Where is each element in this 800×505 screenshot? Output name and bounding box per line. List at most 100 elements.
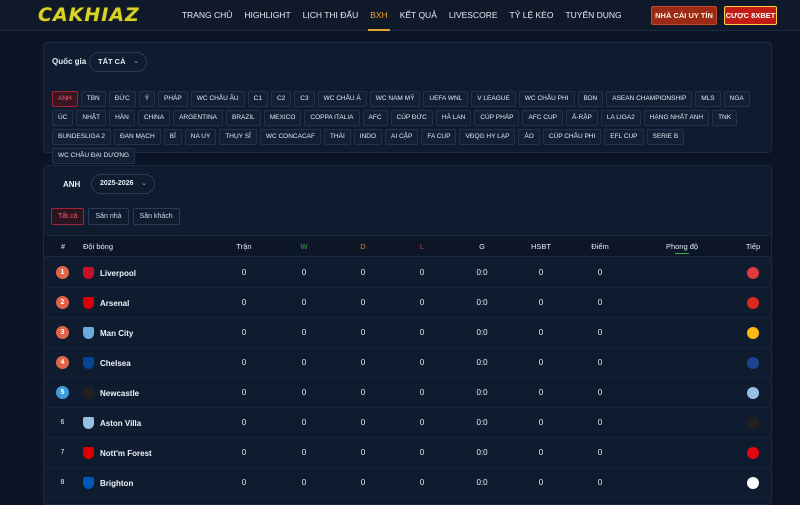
next-opponent-crest-icon[interactable] <box>747 387 759 399</box>
team-cell[interactable]: Liverpool <box>83 258 136 288</box>
site-logo[interactable]: CAKHIAZ <box>38 4 140 26</box>
league-chip[interactable]: FA CUP <box>421 129 457 145</box>
league-chip[interactable]: ÁO <box>518 129 540 145</box>
league-chip[interactable]: BUNDESLIGA 2 <box>52 129 111 145</box>
nav-item[interactable]: LIVESCORE <box>443 0 504 31</box>
league-chip[interactable]: THỤY SĨ <box>219 129 257 145</box>
league-chip[interactable]: HÀN <box>109 110 135 126</box>
league-chip[interactable]: C2 <box>270 91 292 107</box>
league-chip[interactable]: C3 <box>294 91 315 107</box>
country-select[interactable]: TẤT CẢ ⌄ <box>89 52 147 72</box>
cell-played: 0 <box>241 358 247 367</box>
next-opponent-crest-icon[interactable] <box>747 327 759 339</box>
team-cell[interactable]: Newcastle <box>83 378 139 408</box>
bet-8xbet-button[interactable]: CƯỢC 8XBET <box>724 6 777 25</box>
league-chip[interactable]: ĐAN MẠCH <box>113 129 161 145</box>
league-chip[interactable]: AFC <box>362 110 388 126</box>
league-chip[interactable]: VĐQG HY LẠP <box>459 129 516 145</box>
league-chip[interactable]: NGA <box>723 91 750 107</box>
league-chip[interactable]: AFC CUP <box>522 110 564 126</box>
table-row[interactable]: 7 Nott'm Forest 0 0 0 0 0:0 0 0 <box>44 438 771 468</box>
team-name: Liverpool <box>100 268 137 278</box>
team-cell[interactable]: Man City <box>83 318 133 348</box>
cell-l: 0 <box>419 388 425 397</box>
league-chip[interactable]: BRAZIL <box>225 110 261 126</box>
nav-item[interactable]: TRANG CHỦ <box>176 0 239 31</box>
standings-tab[interactable]: Sân khách <box>132 208 180 225</box>
table-row[interactable]: 4 Chelsea 0 0 0 0 0:0 0 0 <box>44 348 771 378</box>
table-row[interactable]: 8 Brighton 0 0 0 0 0:0 0 0 <box>44 468 771 498</box>
league-chip[interactable]: INDO <box>353 129 383 145</box>
league-chip[interactable]: ĐỨC <box>108 91 136 107</box>
trusted-bookmaker-button[interactable]: NHÀ CÁI UY TÍN <box>651 6 717 25</box>
table-row[interactable]: 1 Liverpool 0 0 0 0 0:0 0 0 <box>44 258 771 288</box>
nav-item[interactable]: TỶ LỆ KÈO <box>504 0 560 31</box>
league-chip[interactable]: WC NAM MỸ <box>369 91 421 107</box>
next-opponent-crest-icon[interactable] <box>747 477 759 489</box>
league-chip[interactable]: NA UY <box>184 129 217 145</box>
league-chip[interactable]: V LEAGUE <box>471 91 516 107</box>
league-chip[interactable]: TNK <box>712 110 738 126</box>
cell-played: 0 <box>241 388 247 397</box>
league-chip[interactable]: CÚP CHÂU PHI <box>542 129 602 145</box>
team-cell[interactable]: Brighton <box>83 468 133 498</box>
league-chip[interactable]: CÚP ĐỨC <box>390 110 433 126</box>
team-cell[interactable]: Chelsea <box>83 348 131 378</box>
league-chip[interactable]: CHINA <box>137 110 171 126</box>
league-chip[interactable]: NHẬT <box>76 110 107 126</box>
league-chip[interactable]: WC CHÂU ÂU <box>190 91 245 107</box>
league-chip[interactable]: ASEAN CHAMPIONSHIP <box>606 91 693 107</box>
nav-item[interactable]: TUYỂN DỤNG <box>559 0 627 31</box>
table-row[interactable]: 6 Aston Villa 0 0 0 0 0:0 0 0 <box>44 408 771 438</box>
league-chip[interactable]: WC CHÂU ĐẠI DƯƠNG <box>52 148 136 164</box>
league-chip[interactable]: UEFA WNL <box>423 91 469 107</box>
next-opponent-crest-icon[interactable] <box>747 417 759 429</box>
season-select[interactable]: 2025-2026 ⌄ <box>91 174 155 194</box>
league-chip[interactable]: BDN <box>577 91 604 107</box>
table-row[interactable]: 2 Arsenal 0 0 0 0 0:0 0 0 <box>44 288 771 318</box>
team-cell[interactable]: Aston Villa <box>83 408 141 438</box>
league-chip[interactable]: BỈ <box>163 129 182 145</box>
league-chip[interactable]: C1 <box>247 91 268 107</box>
team-name: Arsenal <box>100 298 130 308</box>
league-chip[interactable]: WC CHÂU Á <box>317 91 367 107</box>
league-chip[interactable]: WC CHÂU PHI <box>518 91 575 107</box>
standings-tab[interactable]: Sân nhà <box>88 208 129 225</box>
next-opponent-crest-icon[interactable] <box>747 357 759 369</box>
league-chip[interactable]: SERIE B <box>646 129 685 145</box>
league-chip[interactable]: CÚP PHÁP <box>474 110 520 126</box>
league-chip[interactable]: MEXICO <box>263 110 302 126</box>
league-chip[interactable]: Ý <box>138 91 156 107</box>
table-row[interactable]: 5 Newcastle 0 0 0 0 0:0 0 0 <box>44 378 771 408</box>
league-chip[interactable]: WC CONCACAF <box>259 129 321 145</box>
nav-item[interactable]: LỊCH THI ĐẤU <box>297 0 365 31</box>
next-opponent-crest-icon[interactable] <box>747 297 759 309</box>
league-chip[interactable]: MLS <box>695 91 721 107</box>
next-opponent-crest-icon[interactable] <box>747 267 759 279</box>
league-chip[interactable]: ARGENTINA <box>173 110 223 126</box>
team-cell[interactable]: Arsenal <box>83 288 129 318</box>
cell-l: 0 <box>419 298 425 307</box>
league-chip[interactable]: HÀ LAN <box>435 110 472 126</box>
league-chip[interactable]: THÁI <box>323 129 351 145</box>
team-cell[interactable]: Nott'm Forest <box>83 438 152 468</box>
table-row[interactable]: 3 Man City 0 0 0 0 0:0 0 0 <box>44 318 771 348</box>
league-chip[interactable]: ÚC <box>52 110 74 126</box>
cell-points: 0 <box>597 328 603 337</box>
league-chip[interactable]: EFL CUP <box>604 129 644 145</box>
league-chip[interactable]: TBN <box>80 91 106 107</box>
next-opponent-crest-icon[interactable] <box>747 447 759 459</box>
league-chip[interactable]: PHÁP <box>158 91 188 107</box>
cell-gd: 0 <box>538 358 544 367</box>
league-chip[interactable]: AI CẬP <box>385 129 419 145</box>
nav-item[interactable]: BXH <box>364 0 393 31</box>
league-chip[interactable]: COPPA ITALIA <box>304 110 360 126</box>
league-chip[interactable]: ANH <box>52 91 78 107</box>
standings-tab[interactable]: Tất cả <box>51 208 85 225</box>
nav-item[interactable]: HIGHLIGHT <box>238 0 296 31</box>
cell-goals: 0:0 <box>476 418 488 427</box>
league-chip[interactable]: HẠNG NHẤT ANH <box>643 110 710 126</box>
nav-item[interactable]: KẾT QUẢ <box>394 0 443 31</box>
league-chip[interactable]: LA LIGA2 <box>600 110 641 126</box>
league-chip[interactable]: Ả-RẬP <box>566 110 598 126</box>
